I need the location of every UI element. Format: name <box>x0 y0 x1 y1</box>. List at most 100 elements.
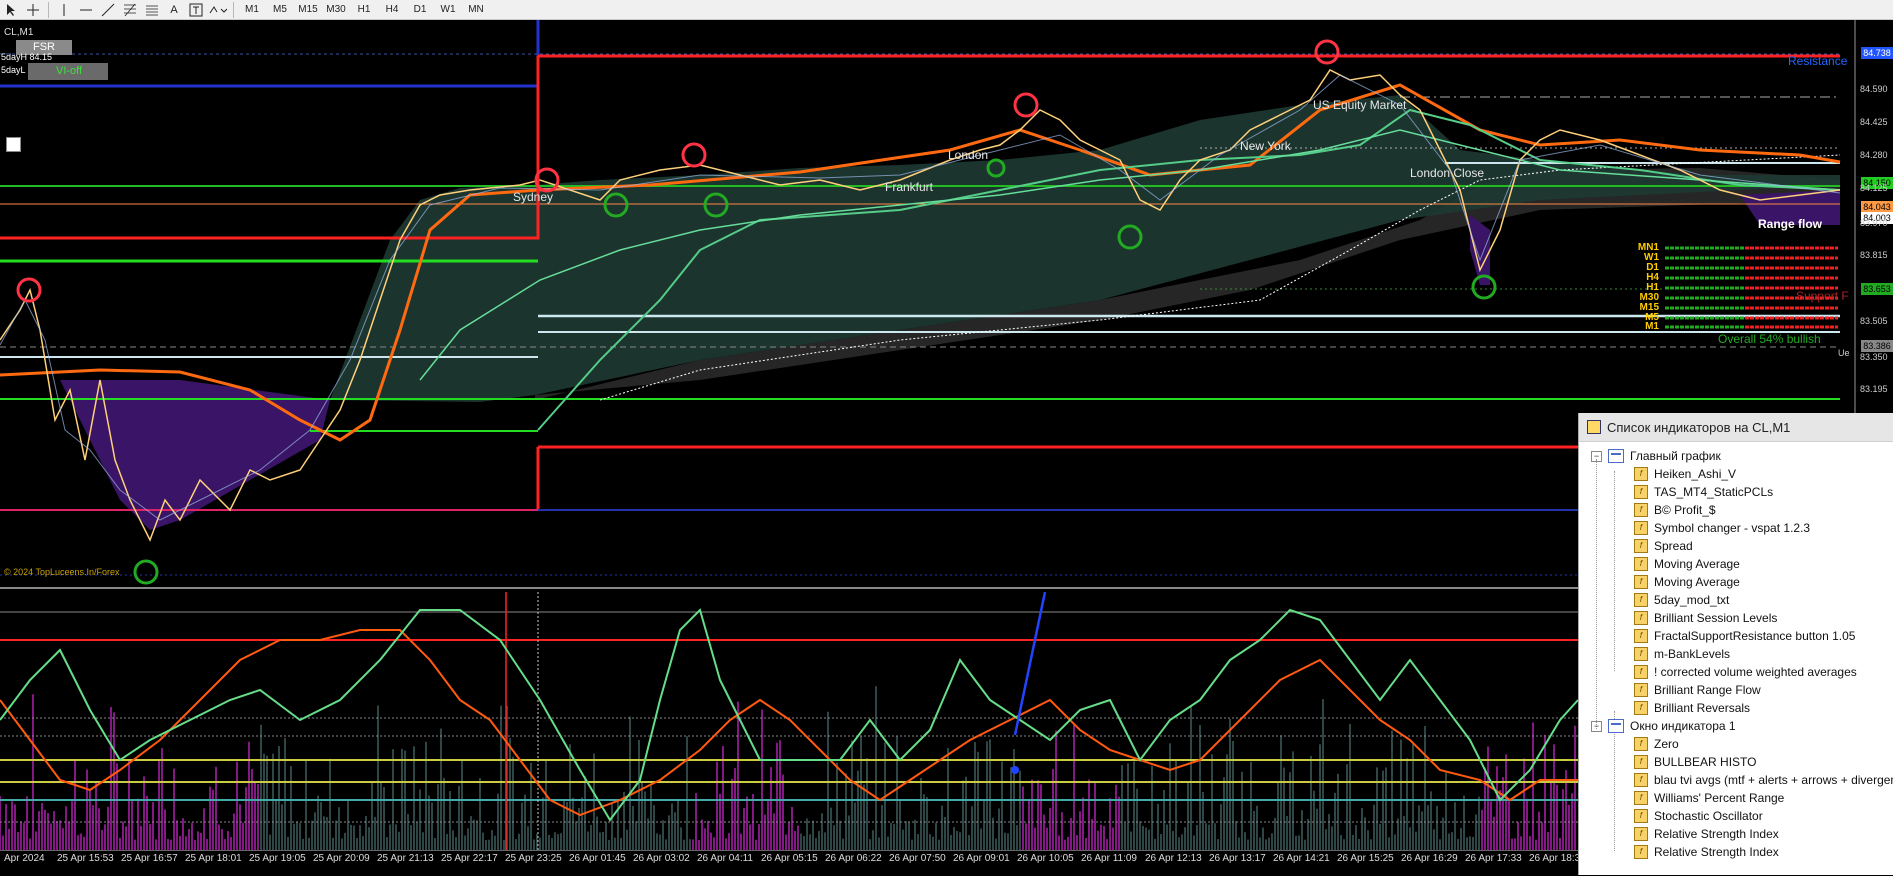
x-tick: 26 Apr 16:29 <box>1401 853 1458 864</box>
indicator-name: Moving Average <box>1654 557 1740 571</box>
price-tag-grey: 83.386 <box>1861 340 1893 352</box>
indicator-name: Brilliant Range Flow <box>1654 683 1761 697</box>
price-tag-support-2: 83.653 <box>1861 283 1893 295</box>
indicator-item[interactable]: f Zero <box>1634 735 1679 753</box>
trendline-icon[interactable] <box>97 1 119 19</box>
indicator-item[interactable]: f Moving Average <box>1634 573 1740 591</box>
vi-toggle-button[interactable]: VI-off <box>28 63 108 80</box>
indicator-f-icon: f <box>1634 611 1648 625</box>
fibonacci-icon[interactable] <box>119 1 141 19</box>
tree-group-main-chart[interactable]: − Главный график <box>1591 447 1721 465</box>
indicator-item[interactable]: f Symbol changer - vspat 1.2.3 <box>1634 519 1810 537</box>
indicator-item[interactable]: f Stochastic Oscillator <box>1634 807 1763 825</box>
day-high-text: 5dayH 84.15 <box>1 52 53 62</box>
timeframe-m15[interactable]: M15 <box>294 1 322 19</box>
indicator-f-icon: f <box>1634 845 1648 859</box>
channel-icon[interactable] <box>141 1 163 19</box>
bear-area <box>60 380 330 530</box>
indicator-item[interactable]: f Heiken_Ashi_V <box>1634 465 1736 483</box>
indicator-name: Relative Strength Index <box>1654 827 1779 841</box>
x-tick: 26 Apr 17:33 <box>1465 853 1522 864</box>
reversal-buy-marker <box>133 559 159 585</box>
indicator-item[interactable]: f Brilliant Reversals <box>1634 699 1750 717</box>
reversal-sell-marker <box>16 277 42 303</box>
toolbar: A M1 M5 M15 M30 H1 H4 D1 W1 MN <box>0 0 1893 20</box>
y-tick: 83.195 <box>1860 384 1888 394</box>
indicator-f-icon: f <box>1634 485 1648 499</box>
indicator-item[interactable]: f Relative Strength Index <box>1634 843 1779 861</box>
indicator-name: m-BankLevels <box>1654 647 1731 661</box>
collapse-icon[interactable]: − <box>1591 720 1602 732</box>
x-tick: 26 Apr 03:02 <box>633 853 690 864</box>
indicator-item[interactable]: f BULLBEAR HISTO <box>1634 753 1756 771</box>
x-tick: 26 Apr 01:45 <box>569 853 626 864</box>
indicator-item[interactable]: f m-BankLevels <box>1634 645 1730 663</box>
timeframe-m30[interactable]: M30 <box>322 1 350 19</box>
support-label: Support F <box>1796 289 1849 303</box>
indicator-f-icon: f <box>1634 593 1648 607</box>
horizontal-line-icon[interactable] <box>75 1 97 19</box>
indicator-item[interactable]: f Brilliant Range Flow <box>1634 681 1761 699</box>
indicator-item[interactable]: f FractalSupportResistance button 1.05 <box>1634 627 1855 645</box>
indicator-item[interactable]: f Brilliant Session Levels <box>1634 609 1777 627</box>
timeframe-w1[interactable]: W1 <box>434 1 462 19</box>
session-label-sydney: Sydney <box>513 190 554 204</box>
timeframe-h1[interactable]: H1 <box>350 1 378 19</box>
indicator-item[interactable]: f 5day_mod_txt <box>1634 591 1729 609</box>
x-tick: 26 Apr 09:01 <box>953 853 1010 864</box>
indicator-item[interactable]: f TAS_MT4_StaticPCLs <box>1634 483 1773 501</box>
chart-window-icon <box>1608 719 1624 733</box>
bear-area <box>1470 215 1490 285</box>
reversal-sell-marker <box>1314 39 1340 65</box>
indicator-item[interactable]: f Spread <box>1634 537 1693 555</box>
indicator-f-icon: f <box>1634 557 1648 571</box>
indicator-item[interactable]: f Williams' Percent Range <box>1634 789 1784 807</box>
indicator-item[interactable]: f blau tvi avgs (mtf + alerts + arrows + … <box>1634 771 1893 789</box>
indicator-list-titlebar[interactable]: Список индикаторов на CL,M1 <box>1579 413 1893 442</box>
x-tick: 25 Apr 19:05 <box>249 853 306 864</box>
crosshair-icon[interactable] <box>22 1 44 19</box>
indicator-name: blau tvi avgs (mtf + alerts + arrows + d… <box>1654 773 1893 787</box>
cursor-icon[interactable] <box>0 1 22 19</box>
range-flow-label: Range flow <box>1758 217 1823 231</box>
indicator-f-icon: f <box>1634 539 1648 553</box>
timeframe-m1[interactable]: M1 <box>238 1 266 19</box>
tree-group-indicator-window[interactable]: − Окно индикатора 1 <box>1591 717 1736 735</box>
indicator-name: Zero <box>1654 737 1679 751</box>
timeframe-mn[interactable]: MN <box>462 1 490 19</box>
overall-bias-label: Overall 54% bullish <box>1718 332 1821 346</box>
indicator-list-window[interactable]: Список индикаторов на CL,M1 − Главный гр… <box>1578 413 1893 875</box>
session-label-us-equity: US Equity Market <box>1313 98 1407 112</box>
indicator-item[interactable]: f Relative Strength Index <box>1634 825 1779 843</box>
indicator-item[interactable]: f ! corrected volume weighted averages <box>1634 663 1857 681</box>
indicator-name: BULLBEAR HISTO <box>1654 755 1757 769</box>
indicator-name: Symbol changer - vspat 1.2.3 <box>1654 521 1811 535</box>
indicator-f-icon: f <box>1634 665 1648 679</box>
indicator-f-icon: f <box>1634 701 1648 715</box>
indicator-item[interactable]: f B© Profit_$ <box>1634 501 1716 519</box>
indicator-f-icon: f <box>1634 683 1648 697</box>
session-label-london: London <box>948 148 989 162</box>
timeframe-m5[interactable]: M5 <box>266 1 294 19</box>
shapes-icon[interactable] <box>207 1 229 19</box>
indicator-list-title: Список индикаторов на CL,M1 <box>1607 419 1791 435</box>
x-tick: 26 Apr 06:22 <box>825 853 882 864</box>
indicator-name: TAS_MT4_StaticPCLs <box>1654 485 1774 499</box>
indicator-item[interactable]: f Moving Average <box>1634 555 1740 573</box>
collapse-icon[interactable]: − <box>1591 450 1602 462</box>
indicator-f-icon: f <box>1634 755 1648 769</box>
y-tick: 84.125 <box>1860 183 1888 193</box>
timeframe-d1[interactable]: D1 <box>406 1 434 19</box>
timeframe-h4[interactable]: H4 <box>378 1 406 19</box>
text-icon[interactable]: A <box>163 1 185 19</box>
indicator-name: Moving Average <box>1654 575 1740 589</box>
chart-checkbox[interactable] <box>6 137 21 152</box>
text-label-icon[interactable] <box>185 1 207 19</box>
indicator-f-icon: f <box>1634 521 1648 535</box>
x-tick: 26 Apr 12:13 <box>1145 853 1202 864</box>
x-tick: 25 Apr 15:53 <box>57 853 114 864</box>
reversal-sell-marker <box>681 142 707 168</box>
x-tick: 26 Apr 14:21 <box>1273 853 1330 864</box>
vertical-line-icon[interactable] <box>53 1 75 19</box>
x-tick: 25 Apr 23:25 <box>505 853 562 864</box>
